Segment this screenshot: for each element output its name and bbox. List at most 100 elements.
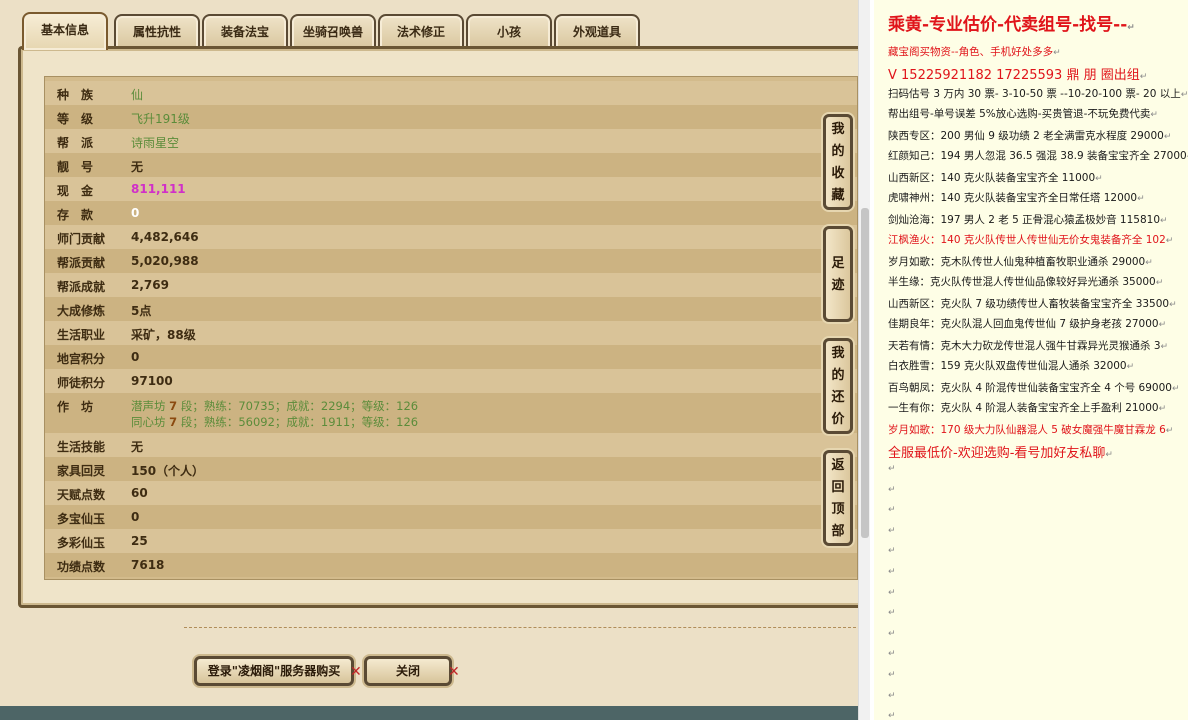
paragraph-mark: ↵ <box>888 567 896 577</box>
close-x-icon: ✕ <box>350 664 362 680</box>
row-value: 150（个人） <box>131 464 205 478</box>
ad-line: 半生缘：克火队传世混人传世仙品像较好异光通杀 35000↵ <box>888 276 1164 288</box>
row-label: 生活技能 <box>57 440 106 454</box>
table-row: 靓 号 无 <box>45 153 857 177</box>
ad-line: 江枫渔火：140 克火队传世人传世仙无价女鬼装备齐全 102↵ <box>888 234 1174 246</box>
table-row: 家具回灵 150（个人） <box>45 457 857 481</box>
table-row: 种 族 仙 <box>45 81 857 105</box>
row-label: 师门贡献 <box>57 232 106 246</box>
paragraph-mark: ↵ <box>888 546 896 556</box>
row-label: 师徒积分 <box>57 376 106 390</box>
row-value: 97100 <box>131 374 173 388</box>
row-label: 大成修炼 <box>57 304 106 318</box>
row-label: 生活职业 <box>57 328 106 342</box>
table-row: 生活技能 无 <box>45 433 857 457</box>
workshop-line-2: 同心坊 7 段；熟练：56092；成就：1911；等级：126 <box>131 415 419 429</box>
row-value: 0 <box>131 510 140 524</box>
my-bargain-label: 我的还价 <box>831 346 845 427</box>
scrollbar[interactable] <box>858 0 870 720</box>
row-label: 帮派成就 <box>57 280 106 294</box>
row-label: 多彩仙玉 <box>57 536 106 550</box>
back-to-top-label: 返回顶部 <box>831 458 845 539</box>
ad-line: 天若有情：克木大力砍龙传世混人强牛甘霖异光灵猴通杀 3↵ <box>888 340 1169 352</box>
table-row: 帮派贡献 5,020,988 <box>45 249 857 273</box>
row-value: 飞升191级 <box>131 112 190 126</box>
table-row: 多彩仙玉 25 <box>45 529 857 553</box>
scrollbar-thumb[interactable] <box>861 208 869 538</box>
row-label: 靓 号 <box>57 160 94 174</box>
ad-line: V 15225921182 17225593 鼎 朋 圈出组↵ <box>888 68 1148 83</box>
tab-mounts-pets[interactable]: 坐骑召唤兽 <box>290 14 376 48</box>
row-label: 多宝仙玉 <box>57 512 106 526</box>
tab-children[interactable]: 小孩 <box>466 14 552 48</box>
row-label: 等 级 <box>57 112 94 126</box>
row-value: 无 <box>131 160 144 174</box>
paragraph-mark: ↵ <box>888 649 896 659</box>
paragraph-mark: ↵ <box>888 526 896 536</box>
table-row: 帮 派 诗雨星空 <box>45 129 857 153</box>
table-row: 帮派成就 2,769 <box>45 273 857 297</box>
basic-info-table: 种 族 仙 等 级 飞升191级 帮 派 诗雨星空 靓 号 无 现 金 811,… <box>44 76 858 580</box>
paragraph-mark: ↵ <box>888 629 896 639</box>
row-value: 诗雨星空 <box>131 136 180 150</box>
ad-line: 一生有你：克火队 4 阶混人装备宝宝齐全上手盈利 21000↵ <box>888 402 1167 414</box>
table-row: 存 款 0 <box>45 201 857 225</box>
table-row-workshop: 作 坊 潜声坊 7 段；熟练：70735；成就：2294；等级：126 同心坊 … <box>45 393 857 433</box>
workshop-line-1: 潜声坊 7 段；熟练：70735；成就：2294；等级：126 <box>131 399 419 413</box>
row-label: 作 坊 <box>57 400 94 414</box>
paragraph-mark: ↵ <box>888 670 896 680</box>
table-row: 功绩点数 7618 <box>45 553 857 577</box>
row-value: 无 <box>131 440 144 454</box>
table-row: 等 级 飞升191级 <box>45 105 857 129</box>
ad-line: 佳期良年：克火队混人回血鬼传世仙 7 级护身老孩 27000↵ <box>888 318 1167 330</box>
row-label: 功绩点数 <box>57 560 106 574</box>
tab-spell-mods[interactable]: 法术修正 <box>378 14 464 48</box>
login-server-buy-button[interactable]: 登录"凌烟阁"服务器购买 <box>194 656 354 686</box>
row-value: 0 <box>131 206 140 220</box>
paragraph-mark: ↵ <box>888 464 896 474</box>
divider <box>184 627 856 628</box>
ad-line: 白衣胜雪：159 克火队双盘传世仙混人通杀 32000↵ <box>888 360 1135 372</box>
table-row: 天赋点数 60 <box>45 481 857 505</box>
row-value: 4,482,646 <box>131 230 199 244</box>
row-value: 采矿，88级 <box>131 328 196 342</box>
row-value: 5点 <box>131 304 152 318</box>
ad-line: 扫码估号 3 万内 30 票- 3-10-50 票 --10-20-100 票-… <box>888 88 1188 100</box>
ad-line: 帮出组号-单号误差 5%放心选购-买贵管退-不玩免费代卖↵ <box>888 108 1158 120</box>
ad-panel: 乘黄-专业估价-代卖组号-找号--↵ 藏宝阁买物资--角色、手机好处多多↵ V 1… <box>874 0 1188 720</box>
ad-line: 山西新区：140 克火队装备宝宝齐全 11000↵ <box>888 172 1103 184</box>
table-row: 师徒积分 97100 <box>45 369 857 393</box>
ad-line: 红颜知己：194 男人忽混 36.5 强混 38.9 装备宝宝齐全 27000↵ <box>888 150 1188 162</box>
row-label: 家具回灵 <box>57 464 106 478</box>
paragraph-mark: ↵ <box>888 588 896 598</box>
tab-equipment[interactable]: 装备法宝 <box>202 14 288 48</box>
ad-line: 百鸟朝凤：克火队 4 阶混传世仙装备宝宝齐全 4 个号 69000↵ <box>888 382 1180 394</box>
row-label: 存 款 <box>57 208 94 222</box>
my-favorites-button[interactable]: 我的收藏 <box>823 114 853 210</box>
ad-line: 全服最低价-欢迎选购-看号加好友私聊↵ <box>888 446 1113 461</box>
paragraph-mark: ↵ <box>888 485 896 495</box>
my-bargain-button[interactable]: 我的还价 <box>823 338 853 434</box>
row-value: 5,020,988 <box>131 254 199 268</box>
row-value: 7618 <box>131 558 165 572</box>
row-label: 天赋点数 <box>57 488 106 502</box>
close-x-icon: ✕ <box>448 664 460 680</box>
footprint-button[interactable]: 足迹 <box>823 226 853 322</box>
table-row: 生活职业 采矿，88级 <box>45 321 857 345</box>
row-label: 种 族 <box>57 88 94 102</box>
table-row: 多宝仙玉 0 <box>45 505 857 529</box>
paragraph-mark: ↵ <box>888 691 896 701</box>
bottom-bar <box>0 706 858 720</box>
row-label: 现 金 <box>57 184 94 198</box>
paragraph-mark: ↵ <box>888 711 896 720</box>
ad-line: 岁月如歌：170 级大力队仙器混人 5 破女魔强牛魔甘霖龙 6↵ <box>888 424 1174 436</box>
close-button[interactable]: 关闭 <box>364 656 452 686</box>
game-window: 基本信息 属性抗性 装备法宝 坐骑召唤兽 法术修正 小孩 外观道具 种 族 仙 … <box>0 0 858 720</box>
tab-appearance[interactable]: 外观道具 <box>554 14 640 48</box>
ad-line: 陕西专区：200 男仙 9 级功绩 2 老全满雷克水程度 29000↵ <box>888 130 1172 142</box>
tab-basic-info[interactable]: 基本信息 <box>22 12 108 50</box>
tab-attributes[interactable]: 属性抗性 <box>114 14 200 48</box>
back-to-top-button[interactable]: 返回顶部 <box>823 450 853 546</box>
row-label: 帮 派 <box>57 136 94 150</box>
row-label: 地宫积分 <box>57 352 106 366</box>
